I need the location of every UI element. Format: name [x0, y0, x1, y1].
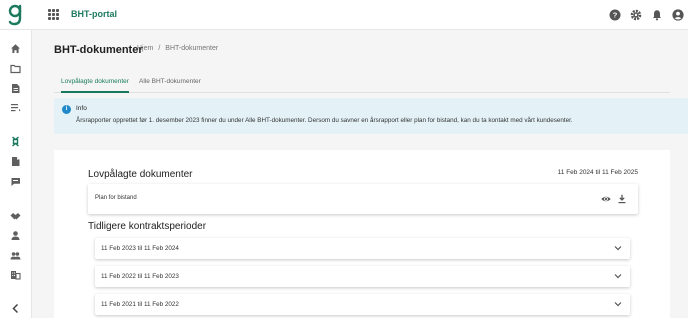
svg-text:?: ?	[613, 11, 618, 20]
chevron-down-icon[interactable]	[614, 245, 622, 251]
apps-grid-icon[interactable]	[48, 9, 59, 20]
chevron-down-icon[interactable]	[614, 301, 622, 307]
folder-icon[interactable]	[10, 63, 21, 74]
account-icon[interactable]	[672, 9, 684, 21]
tab-alle-bht-dokumenter[interactable]: Alle BHT-dokumenter	[139, 78, 201, 91]
bht-icon[interactable]	[10, 136, 21, 147]
view-icon[interactable]	[601, 194, 611, 204]
person-icon[interactable]	[10, 230, 21, 241]
period-row[interactable]: 11 Feb 2023 til 11 Feb 2024	[95, 238, 630, 259]
sidebar	[0, 30, 32, 318]
chevron-left-icon[interactable]	[10, 303, 21, 314]
document-row: Plan for bistand	[88, 184, 638, 214]
chat-icon[interactable]	[10, 176, 21, 187]
help-icon[interactable]: ?	[609, 9, 621, 21]
info-text: Årsrapporter opprettet før 1. desember 2…	[76, 117, 573, 124]
page-title: BHT-dokumenter	[54, 44, 143, 56]
breadcrumb-separator: /	[158, 45, 161, 52]
document-label: Plan for bistand	[95, 195, 137, 201]
app-title[interactable]: BHT-portal	[71, 9, 117, 19]
company-icon[interactable]	[10, 269, 21, 280]
notifications-icon[interactable]	[651, 9, 663, 21]
info-title: Info	[76, 105, 87, 112]
breadcrumb-current: BHT-dokumenter	[165, 45, 219, 52]
period-row[interactable]: 11 Feb 2022 til 11 Feb 2023	[95, 266, 630, 287]
documents-card: Lovpålagte dokumenter 11 Feb 2024 til 11…	[54, 150, 670, 318]
group-icon[interactable]	[10, 250, 21, 261]
current-period: 11 Feb 2024 til 11 Feb 2025	[557, 169, 638, 176]
period-label: 11 Feb 2023 til 11 Feb 2024	[101, 245, 179, 252]
previous-periods-title: Tidligere kontraktsperioder	[88, 221, 207, 232]
handshake-icon[interactable]	[10, 210, 21, 221]
breadcrumb-home[interactable]: Hjem	[137, 45, 153, 52]
tab-lovpalagte-dokumenter[interactable]: Lovpålagte dokumenter	[61, 78, 129, 93]
list-icon[interactable]	[10, 102, 21, 113]
period-label: 11 Feb 2021 til 11 Feb 2022	[101, 301, 179, 308]
chevron-down-icon[interactable]	[614, 273, 622, 279]
period-row[interactable]: 11 Feb 2021 til 11 Feb 2022	[95, 294, 630, 315]
section-title: Lovpålagte dokumenter	[88, 169, 193, 180]
period-label: 11 Feb 2022 til 11 Feb 2023	[101, 273, 179, 280]
tab-bar: Lovpålagte dokumenter Alle BHT-dokumente…	[54, 76, 670, 93]
info-banner: i Info Årsrapporter opprettet før 1. des…	[54, 98, 688, 134]
top-bar: BHT-portal ?	[0, 0, 688, 30]
document-icon[interactable]	[10, 83, 21, 94]
download-icon[interactable]	[617, 194, 627, 204]
breadcrumb: Hjem / BHT-dokumenter	[137, 45, 218, 52]
logo[interactable]	[8, 3, 22, 27]
file-icon[interactable]	[10, 156, 21, 167]
info-icon: i	[62, 105, 71, 114]
home-icon[interactable]	[10, 43, 21, 54]
settings-icon[interactable]	[630, 9, 642, 21]
